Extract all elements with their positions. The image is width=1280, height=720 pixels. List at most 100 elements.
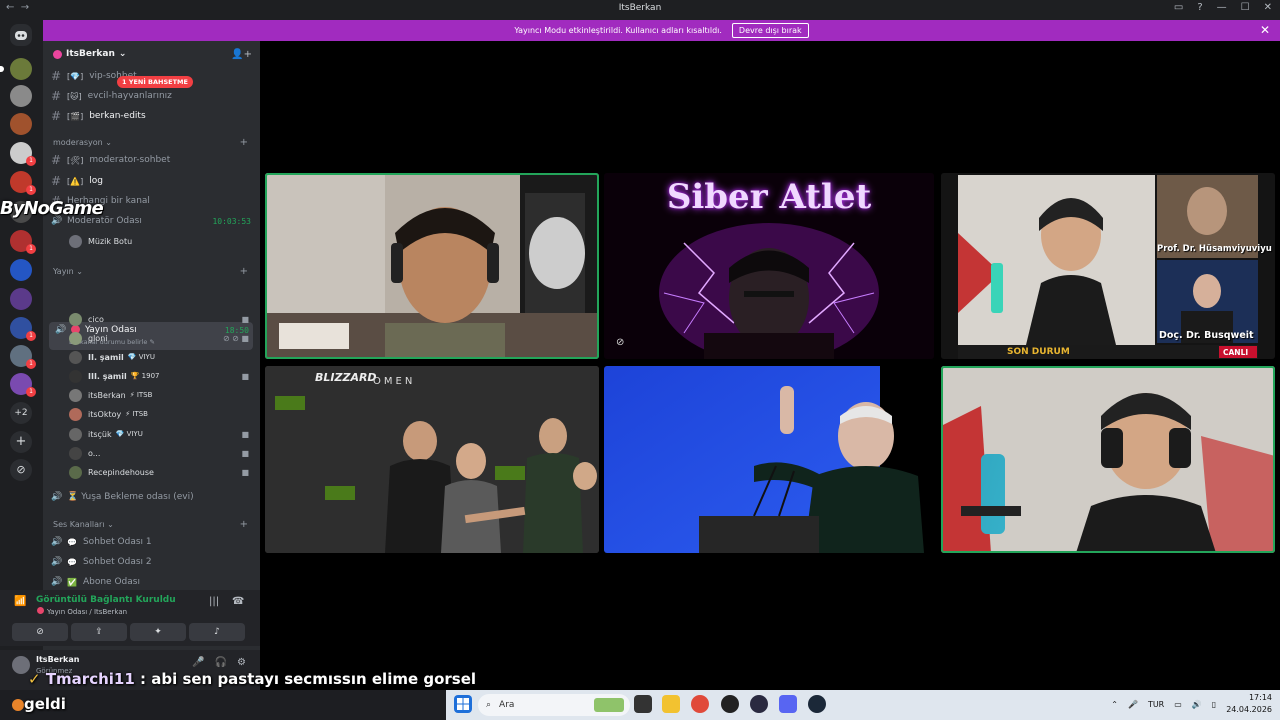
speaker-icon: 🔊	[51, 537, 63, 547]
video-tile-5[interactable]	[604, 366, 934, 553]
taskbar-search[interactable]: ⌕ Ara	[478, 694, 630, 716]
gear-icon[interactable]: ⚙	[237, 657, 246, 668]
video-tile-3[interactable]: Prof. Dr. Hüsamviyuviyu Doç. Dr. Busqwei…	[941, 173, 1275, 359]
discover-icon[interactable]: ⊘	[10, 459, 32, 481]
channel-log[interactable]: # [⚠️] log	[51, 172, 251, 190]
disconnect-icon[interactable]: ☎	[232, 596, 244, 607]
banner-close-icon[interactable]: ✕	[1260, 23, 1270, 37]
category-ses-kanallari[interactable]: Ses Kanalları ⌄ +	[53, 519, 248, 530]
video-tile-4[interactable]: BLIZZARD OMEN	[265, 366, 599, 553]
activities-button[interactable]: ✦	[130, 623, 186, 641]
noise-suppression-icon[interactable]: |||	[209, 596, 219, 607]
voice-user-muzik-botu[interactable]: Müzik Botu	[69, 233, 249, 249]
add-server-icon[interactable]: +	[10, 431, 32, 453]
video-feed	[941, 366, 1275, 553]
microphone-icon[interactable]: 🎤	[192, 657, 204, 668]
coin-icon	[12, 698, 24, 711]
add-channel-icon[interactable]: +	[240, 266, 248, 277]
language-indicator[interactable]: TUR	[1148, 700, 1164, 709]
disable-streamer-mode-button[interactable]: Devre dışı bırak	[731, 23, 809, 38]
server-icon-9[interactable]	[10, 288, 32, 310]
file-explorer-icon[interactable]	[662, 695, 680, 713]
chat-badge-icon: ✓	[28, 670, 41, 688]
voice-sohbet-odasi-1[interactable]: 🔊 💬 Sohbet Odası 1	[51, 533, 251, 551]
category-moderasyon[interactable]: moderasyon ⌄ +	[53, 137, 248, 148]
voice-user-row[interactable]: gloni ⊘ ⊘ ■	[69, 330, 249, 346]
voice-timer: 10:03:53	[212, 216, 251, 226]
server-icon-10[interactable]: 1	[10, 317, 36, 341]
server-icon-11[interactable]: 1	[10, 345, 36, 369]
voice-user-row[interactable]: itsBerkan ⚡ ITSB	[69, 387, 249, 403]
user-label: itsOktoy	[88, 409, 122, 419]
avatar	[69, 446, 82, 460]
video-feed	[265, 366, 599, 553]
server-icon-2[interactable]	[10, 85, 32, 107]
clock[interactable]: 17:14 24.04.2026	[1226, 692, 1272, 716]
voice-user-row[interactable]: cico ■	[69, 311, 249, 327]
maximize-icon[interactable]: ☐	[1241, 2, 1250, 13]
voice-abone-odasi[interactable]: 🔊 ✅ Abone Odası	[51, 573, 251, 591]
screen-share-button[interactable]: ⇪	[71, 623, 127, 641]
server-icon-8[interactable]	[10, 259, 32, 281]
add-channel-icon[interactable]: +	[240, 519, 248, 530]
voice-afk-room[interactable]: 🔊 ⏳ Yuşa Bekleme odası (evi)	[51, 488, 251, 506]
avatar	[69, 407, 82, 421]
speaker-icon: 🔊	[51, 557, 63, 567]
add-channel-icon[interactable]: +	[240, 137, 248, 148]
voice-user-row[interactable]: III. şamil 🏆 1907 ■	[69, 368, 249, 384]
battery-icon[interactable]: ▯	[1212, 700, 1216, 709]
channel-berkan-edits[interactable]: # [🎬] berkan-edits	[51, 107, 251, 125]
server-icon-3[interactable]	[10, 113, 32, 135]
windows-start-icon[interactable]	[454, 695, 472, 713]
discord-taskbar-icon[interactable]	[779, 695, 797, 713]
user-name[interactable]: ItsBerkan	[36, 655, 79, 664]
server-icon-4[interactable]: 1	[10, 142, 36, 166]
server-icon-7[interactable]: 1	[10, 230, 36, 254]
channel-evcil-hayvanlariniz[interactable]: # [🐱] evcil-hayvanlarınız	[51, 87, 251, 105]
close-window-icon[interactable]: ✕	[1264, 2, 1272, 13]
video-tile-6[interactable]	[941, 366, 1275, 553]
task-view-icon[interactable]	[634, 695, 652, 713]
help-icon[interactable]: ?	[1197, 2, 1202, 13]
voice-user-row[interactable]: itsçük 💎 VIYU ■	[69, 426, 249, 442]
network-icon[interactable]: ▭	[1174, 700, 1182, 709]
news-name-2: Doç. Dr. Busqweit	[1159, 330, 1254, 341]
invite-people-icon[interactable]: 👤+	[231, 49, 252, 60]
server-name[interactable]: ItsBerkan ⌄	[53, 49, 126, 59]
camera-toggle-button[interactable]: ⊘	[12, 623, 68, 641]
bynogame-logo-text: ByNoGame	[0, 198, 104, 219]
video-tile-2[interactable]: Siber Atlet ⊘	[604, 173, 934, 359]
channel-moderator-sohbet[interactable]: # [🛠] moderator-sohbet	[51, 151, 251, 169]
discord-home-icon[interactable]	[10, 24, 32, 46]
volume-icon[interactable]: 🔊	[1192, 700, 1202, 709]
inbox-icon[interactable]: ▭	[1174, 2, 1183, 13]
app-icon-1[interactable]	[721, 695, 739, 713]
steam-icon[interactable]	[808, 695, 826, 713]
speaker-icon: 🔊	[55, 325, 67, 335]
user-tag: 💎 VIYU	[127, 353, 155, 361]
new-mention-pill[interactable]: 1 YENİ BAHSETME	[117, 76, 193, 88]
voice-user-row[interactable]: Recepindehouse ■	[69, 464, 249, 480]
voice-user-row[interactable]: itsOktoy ⚡ ITSB	[69, 406, 249, 422]
chrome-icon[interactable]	[691, 695, 709, 713]
video-tile-1[interactable]: ⊘	[265, 173, 599, 359]
connection-status[interactable]: Görüntülü Bağlantı Kuruldu	[36, 595, 176, 605]
server-icon-1[interactable]	[0, 58, 32, 80]
voice-sohbet-odasi-2[interactable]: 🔊 💬 Sohbet Odası 2	[51, 553, 251, 571]
headphones-icon[interactable]: 🎧	[215, 657, 227, 668]
avatar	[69, 427, 82, 441]
avatar	[69, 350, 82, 364]
channel-label: evcil-hayvanlarınız	[87, 91, 172, 101]
soundboard-button[interactable]: ♪	[189, 623, 245, 641]
app-icon-2[interactable]	[750, 695, 768, 713]
channel-label: log	[89, 176, 103, 186]
category-yayin[interactable]: Yayın ⌄ +	[53, 266, 248, 277]
server-icon-5[interactable]: 1	[10, 171, 36, 195]
chevron-up-icon[interactable]: ⌃	[1111, 700, 1118, 709]
voice-user-row[interactable]: o... ■	[69, 445, 249, 461]
minimize-icon[interactable]: —	[1217, 2, 1227, 13]
server-icon-12[interactable]: 1	[10, 373, 36, 397]
microphone-tray-icon[interactable]: 🎤	[1128, 700, 1138, 709]
voice-user-row[interactable]: II. şamil 💎 VIYU	[69, 349, 249, 365]
more-servers[interactable]: +2	[10, 402, 32, 424]
